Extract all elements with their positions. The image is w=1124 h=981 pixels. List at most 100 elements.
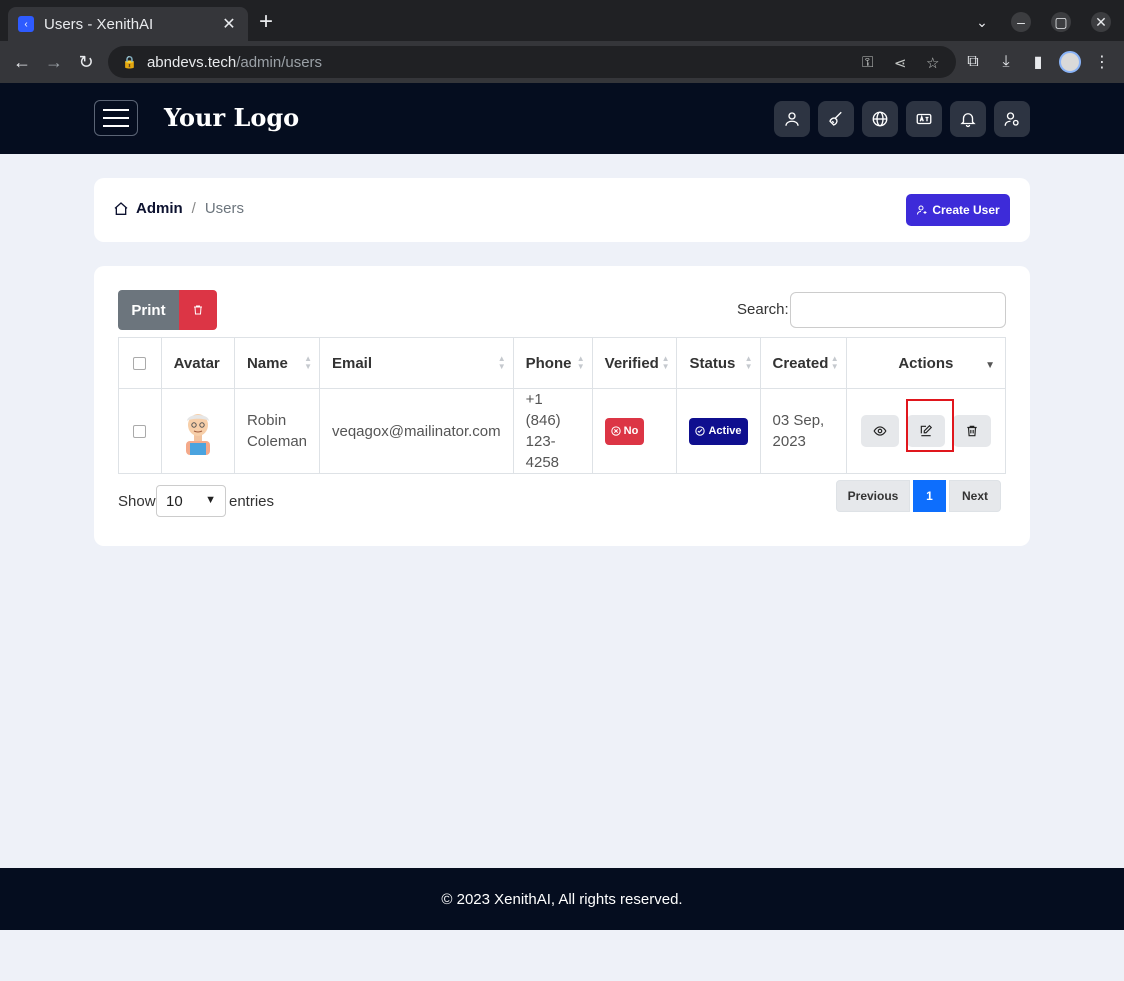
column-verified-label: Verified bbox=[604, 354, 659, 372]
add-user-icon bbox=[917, 205, 927, 215]
show-label: Show bbox=[118, 493, 156, 510]
new-tab-icon[interactable]: + bbox=[259, 10, 273, 34]
row-select-cell bbox=[118, 388, 162, 474]
translate-button[interactable] bbox=[906, 101, 942, 137]
bookmark-star-icon[interactable]: ☆ bbox=[926, 54, 939, 72]
column-created-label: Created bbox=[772, 354, 829, 372]
verified-label: No bbox=[623, 424, 639, 437]
share-icon[interactable]: ⋖ bbox=[894, 54, 907, 72]
breadcrumb-separator: / bbox=[191, 200, 196, 217]
sort-icon: ▲ ▼ bbox=[661, 354, 670, 371]
favicon-icon: ‹ bbox=[18, 16, 34, 32]
breadcrumb: Admin / Users bbox=[113, 200, 244, 217]
status-cell: Active bbox=[676, 388, 761, 474]
pagination: Previous 1 Next bbox=[836, 480, 1001, 512]
site-logo[interactable]: Your Logo bbox=[164, 103, 299, 132]
bulk-delete-button[interactable] bbox=[179, 290, 217, 330]
back-icon[interactable]: ← bbox=[11, 51, 33, 73]
status-label: Active bbox=[708, 424, 742, 437]
notifications-button[interactable] bbox=[950, 101, 986, 137]
table-row: Robin Coleman veqagox@mailinator.com +1 … bbox=[118, 388, 1007, 474]
column-avatar: Avatar bbox=[160, 337, 235, 389]
users-table: Avatar Name ▲ ▼ Email ▲ ▼ Phone ▲ ▼ Verified ▲ ▼… bbox=[118, 337, 1007, 474]
close-window-icon[interactable]: ✕ bbox=[1091, 12, 1111, 32]
sort-icon: ▲ ▼ bbox=[304, 354, 312, 371]
x-circle-icon bbox=[610, 426, 621, 436]
user-name: Robin Coleman bbox=[233, 388, 321, 474]
column-name-label: Name bbox=[246, 354, 288, 372]
search-input[interactable] bbox=[790, 292, 1006, 328]
sort-icon: ▲ ▼ bbox=[830, 354, 839, 371]
column-verified[interactable]: Verified ▲ ▼ bbox=[591, 337, 678, 389]
select-all-header bbox=[118, 337, 162, 389]
forward-icon[interactable]: → bbox=[43, 51, 65, 73]
trash-icon bbox=[194, 305, 202, 315]
reload-icon[interactable]: ↻ bbox=[75, 51, 97, 73]
status-badge: Active bbox=[689, 417, 748, 445]
avatar-cell bbox=[160, 388, 235, 474]
user-created: 03 Sep, 2023 bbox=[759, 388, 847, 474]
tab-search-icon[interactable]: ⌄ bbox=[972, 12, 992, 32]
language-icon bbox=[916, 113, 932, 125]
profile-avatar[interactable] bbox=[1059, 51, 1081, 73]
language-button[interactable] bbox=[862, 101, 898, 137]
home-icon bbox=[114, 201, 128, 215]
hamburger-menu-button[interactable] bbox=[94, 100, 138, 136]
column-email-label: Email bbox=[332, 354, 373, 372]
column-name[interactable]: Name ▲ ▼ bbox=[233, 337, 321, 389]
user-email: veqagox@mailinator.com bbox=[319, 388, 514, 474]
account-settings-button[interactable] bbox=[994, 101, 1030, 137]
minimize-icon[interactable]: – bbox=[1011, 12, 1031, 32]
browser-tab[interactable]: ‹ Users - XenithAI ✕ bbox=[8, 7, 248, 41]
delete-button[interactable] bbox=[953, 415, 991, 447]
maximize-icon[interactable]: ▢ bbox=[1051, 12, 1071, 32]
page-length-value: 10 bbox=[166, 492, 183, 510]
browser-tab-bar: ‹ Users - XenithAI ✕ + ⌄ – ▢ ✕ bbox=[0, 0, 1124, 41]
edit-button-highlight bbox=[906, 399, 954, 452]
app-header: Your Logo bbox=[0, 83, 1124, 154]
address-bar[interactable]: 🔒 abndevs.tech/admin/users ⚿ ⋖ ☆ bbox=[108, 46, 956, 78]
create-user-button[interactable]: Create User bbox=[906, 194, 1010, 226]
close-tab-icon[interactable]: ✕ bbox=[220, 14, 238, 34]
column-created[interactable]: Created ▲ ▼ bbox=[759, 337, 847, 389]
breadcrumb-admin-link[interactable]: Admin bbox=[136, 200, 183, 217]
url-host: abndevs.tech bbox=[146, 53, 237, 71]
key-icon[interactable]: ⚿ bbox=[862, 54, 873, 71]
previous-page-button[interactable]: Previous bbox=[836, 480, 910, 512]
broom-icon bbox=[829, 111, 842, 126]
column-actions[interactable]: Actions ▼ bbox=[845, 337, 1007, 389]
sort-icon: ▲ ▼ bbox=[497, 354, 506, 371]
select-all-checkbox[interactable] bbox=[133, 356, 147, 370]
sort-icon: ▲ ▼ bbox=[744, 354, 753, 371]
next-page-button[interactable]: Next bbox=[949, 480, 1001, 512]
browser-toolbar: ← → ↻ 🔒 abndevs.tech/admin/users ⚿ ⋖ ☆ ⧉… bbox=[0, 41, 1124, 83]
page-1-button[interactable]: 1 bbox=[913, 480, 946, 512]
menu-icon[interactable]: ⋮ bbox=[1092, 52, 1112, 72]
download-icon[interactable]: ⤓ bbox=[996, 52, 1016, 72]
view-button[interactable] bbox=[860, 415, 899, 447]
sort-desc-icon: ▼ bbox=[985, 360, 995, 371]
export-button-group: Print bbox=[118, 290, 217, 330]
row-checkbox[interactable] bbox=[133, 424, 147, 438]
page-footer: © 2023 XenithAI, All rights reserved. bbox=[0, 868, 1124, 930]
column-email[interactable]: Email ▲ ▼ bbox=[319, 337, 514, 389]
check-circle-icon bbox=[695, 426, 706, 436]
column-status[interactable]: Status ▲ ▼ bbox=[676, 337, 761, 389]
profile-button[interactable] bbox=[774, 101, 810, 137]
clear-cache-button[interactable] bbox=[818, 101, 854, 137]
tab-title: Users - XenithAI bbox=[44, 15, 154, 33]
users-table-card: Print Search: Avatar Name ▲ ▼ Email ▲ ▼ Phon… bbox=[94, 266, 1030, 546]
side-panel-icon[interactable]: ▮ bbox=[1028, 52, 1048, 72]
user-icon bbox=[785, 112, 799, 126]
entries-label: entries bbox=[229, 493, 275, 510]
column-phone[interactable]: Phone ▲ ▼ bbox=[512, 337, 593, 389]
breadcrumb-card: Admin / Users Create User bbox=[94, 178, 1030, 242]
user-settings-icon bbox=[1004, 112, 1019, 126]
verified-badge: No bbox=[604, 417, 645, 445]
page-length-select[interactable]: 10 ▼ bbox=[156, 485, 226, 517]
eye-icon bbox=[873, 426, 887, 436]
avatar bbox=[185, 414, 210, 455]
lock-icon: 🔒 bbox=[122, 55, 137, 69]
extensions-icon[interactable]: ⧉ bbox=[963, 52, 983, 72]
print-button[interactable]: Print bbox=[118, 290, 179, 330]
